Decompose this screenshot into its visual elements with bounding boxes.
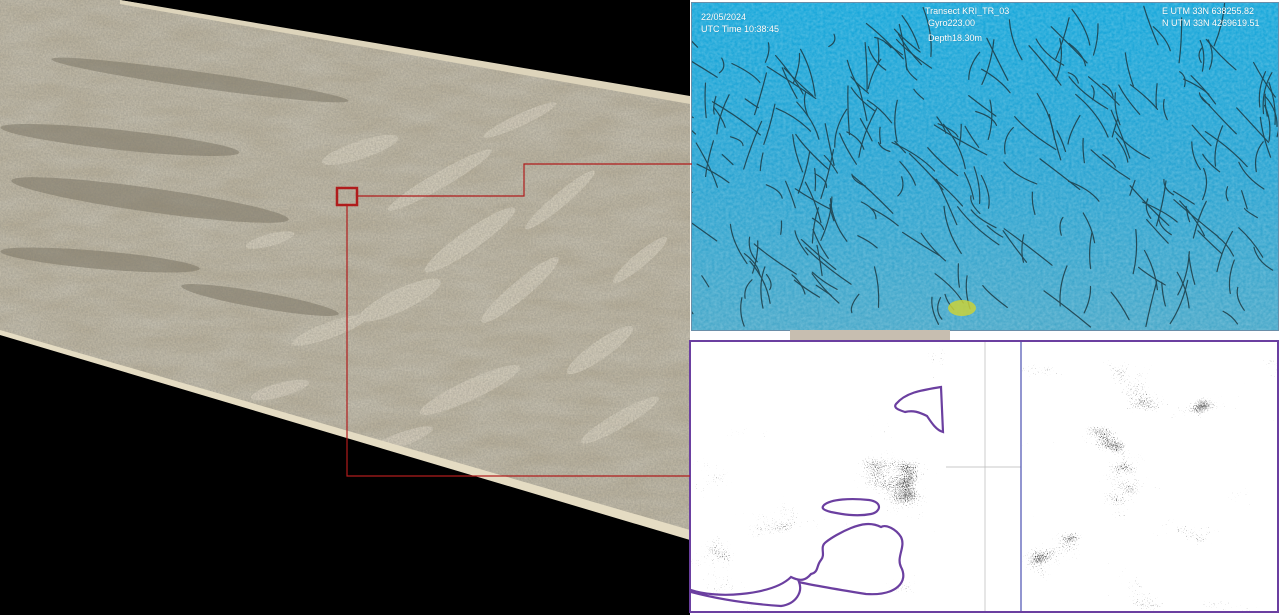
sonar-mosaic-image — [0, 0, 690, 615]
photo-utc-time: UTC Time 10:38:45 — [701, 24, 780, 34]
figure: 22/05/2024 UTC Time 10:38:45 Transect KR… — [0, 0, 1280, 615]
photo-date: 22/05/2024 — [701, 12, 747, 22]
photo-northing: N UTM 33N 4269619.51 — [1162, 18, 1260, 28]
mosaic-fragment — [790, 330, 950, 340]
photo-easting: E UTM 33N 638255.82 — [1162, 6, 1255, 16]
underwater-photo-panel: 22/05/2024 UTC Time 10:38:45 Transect KR… — [691, 2, 1279, 331]
photo-transect: Transect KRI_TR_03 — [925, 6, 1010, 16]
photo-gyro: Gyro223.00 — [928, 18, 976, 28]
sidescan-sonar-panel — [689, 340, 1279, 613]
sidescan-sonar-image — [691, 342, 1277, 611]
photo-depth: Depth18.30m — [928, 33, 983, 43]
seagrass-photo — [692, 3, 1278, 330]
sonar-mosaic-panel — [0, 0, 690, 615]
